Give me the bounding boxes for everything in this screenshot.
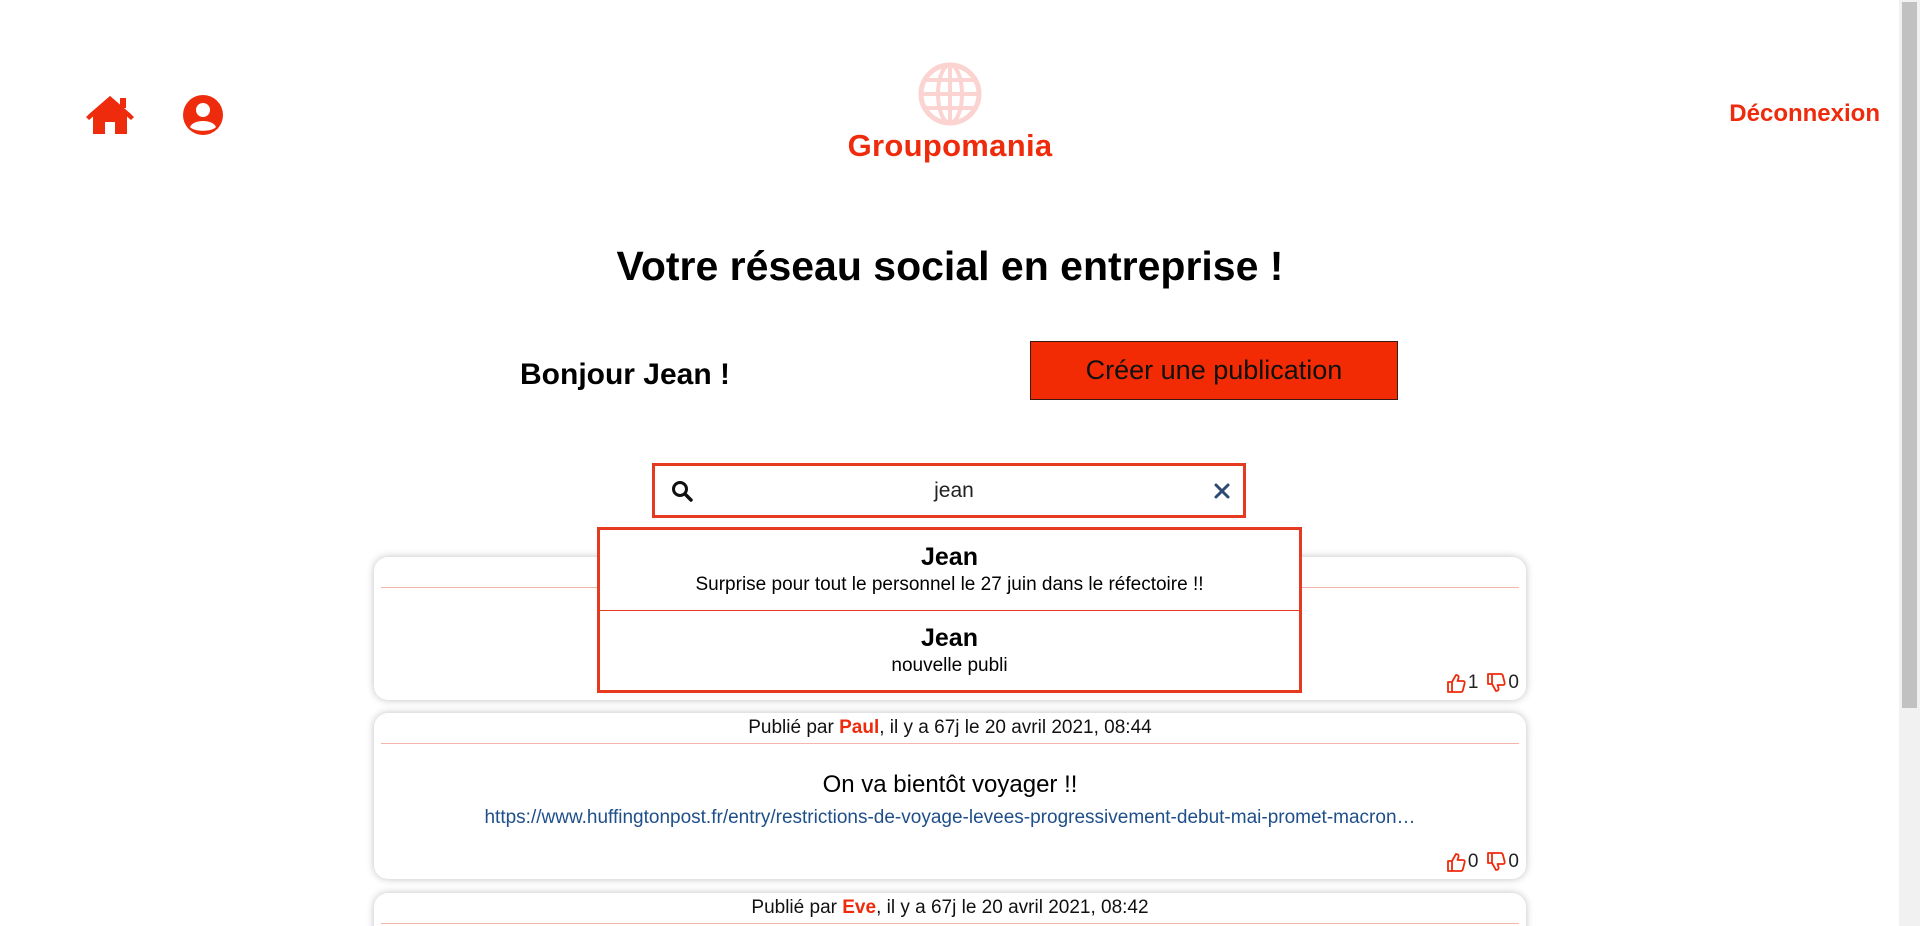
scrollbar[interactable] [1899, 0, 1920, 926]
post-header: Publié par Paul, il y a 67j le 20 avril … [381, 713, 1519, 744]
post-author[interactable]: Paul [839, 717, 879, 738]
thumbs-down-icon [1487, 852, 1507, 871]
result-text: Surprise pour tout le personnel le 27 ju… [695, 574, 1204, 595]
post-author[interactable]: Eve [842, 897, 876, 918]
like-button[interactable]: 0 [1446, 851, 1479, 873]
logout-link[interactable]: Déconnexion [1729, 100, 1880, 128]
search-input[interactable] [705, 472, 1203, 510]
dislike-count: 0 [1508, 672, 1519, 693]
dislike-button[interactable]: 0 [1486, 851, 1519, 873]
home-icon[interactable] [86, 94, 134, 136]
search-icon [672, 481, 693, 502]
post-meta-date: , il y a 67j le 20 avril 2021, 08:44 [879, 717, 1152, 738]
post-meta-prefix: Publié par [748, 717, 840, 738]
result-author: Jean [921, 624, 978, 652]
post-card: Publié par Eve, il y a 67j le 20 avril 2… [374, 893, 1526, 926]
post-link[interactable]: https://www.huffingtonpost.fr/entry/rest… [374, 807, 1526, 829]
thumbs-up-icon [1446, 853, 1466, 872]
brand-name: Groupomania [847, 128, 1053, 163]
like-count: 0 [1467, 851, 1479, 872]
search-results-dropdown: Jean Surprise pour tout le personnel le … [597, 527, 1302, 693]
post-votes: 1 0 [1446, 672, 1519, 694]
like-button[interactable]: 1 [1446, 672, 1479, 694]
result-text: nouvelle publi [891, 655, 1008, 676]
search-box [652, 463, 1246, 518]
globe-icon [918, 62, 982, 126]
create-post-button[interactable]: Créer une publication [1030, 341, 1398, 400]
page-title: Votre réseau social en entreprise ! [616, 243, 1284, 289]
post-text: On va bientôt voyager !! [822, 771, 1078, 798]
search-result-item[interactable]: Jean nouvelle publi [600, 610, 1299, 690]
like-count: 1 [1467, 672, 1479, 693]
brand-logo[interactable]: Groupomania [820, 62, 1080, 172]
post-card: Publié par Paul, il y a 67j le 20 avril … [374, 713, 1526, 879]
thumbs-up-icon [1446, 674, 1466, 693]
post-votes: 0 0 [1446, 851, 1519, 873]
scrollbar-thumb[interactable] [1902, 2, 1917, 708]
search-result-item[interactable]: Jean Surprise pour tout le personnel le … [600, 530, 1299, 610]
profile-icon[interactable] [182, 94, 224, 136]
post-body: On va bientôt voyager !! https://www.huf… [374, 744, 1526, 829]
result-author: Jean [921, 543, 978, 571]
greeting-text: Bonjour Jean ! [520, 358, 731, 391]
thumbs-down-icon [1487, 673, 1507, 692]
clear-search-icon[interactable] [1211, 480, 1233, 502]
post-meta-date: , il y a 67j le 20 avril 2021, 08:42 [876, 897, 1149, 918]
dislike-count: 0 [1508, 851, 1519, 872]
post-meta-prefix: Publié par [751, 897, 843, 918]
dislike-button[interactable]: 0 [1486, 672, 1519, 694]
post-header: Publié par Eve, il y a 67j le 20 avril 2… [381, 893, 1519, 924]
page: Groupomania Déconnexion Votre réseau soc… [0, 0, 1920, 926]
